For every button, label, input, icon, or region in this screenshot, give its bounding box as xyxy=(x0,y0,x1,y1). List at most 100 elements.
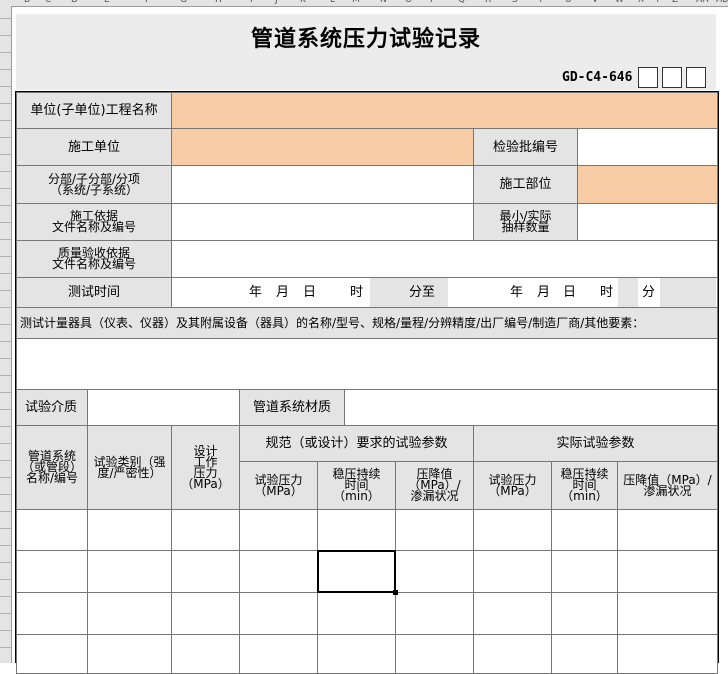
label-pipe-name-line3: 名称/编号 xyxy=(25,471,79,485)
column-letter[interactable]: AB xyxy=(716,0,728,5)
label-batch-no: 检验批编号 xyxy=(473,128,578,166)
label-project-name: 单位(子单位)工程名称 xyxy=(16,92,172,129)
table-cell[interactable] xyxy=(473,634,552,674)
medium-field[interactable] xyxy=(87,389,240,426)
table-cell[interactable] xyxy=(551,509,618,551)
table-cell[interactable] xyxy=(171,592,240,635)
basis-field[interactable] xyxy=(171,203,474,241)
table-cell[interactable] xyxy=(551,550,618,593)
row-divider xyxy=(0,52,11,53)
column-letter[interactable]: I xyxy=(250,0,253,5)
column-letter[interactable]: Y xyxy=(655,0,661,5)
label-quality-basis: 质量验收依据 文件名称及编号 xyxy=(16,240,172,278)
row-divider xyxy=(0,596,11,597)
row-divider xyxy=(0,171,11,172)
table-cell[interactable] xyxy=(617,592,718,635)
batch-no-field[interactable] xyxy=(577,128,718,166)
column-letter[interactable]: U xyxy=(565,0,572,5)
table-cell[interactable] xyxy=(317,634,396,674)
table-cell[interactable] xyxy=(473,509,552,551)
table-cell[interactable] xyxy=(239,592,318,635)
column-letter[interactable]: H xyxy=(215,0,222,5)
table-cell[interactable] xyxy=(395,509,474,551)
table-cell[interactable] xyxy=(473,550,552,593)
column-letter[interactable]: L xyxy=(330,0,335,5)
table-cell[interactable] xyxy=(16,509,88,551)
row-divider xyxy=(0,630,11,631)
label-test-type-line2: 度/严密性） xyxy=(97,465,162,480)
table-cell[interactable] xyxy=(617,550,718,593)
table-cell[interactable] xyxy=(171,634,240,674)
selected-cell[interactable] xyxy=(317,550,396,593)
table-cell[interactable] xyxy=(395,592,474,635)
column-letter[interactable]: AA xyxy=(696,0,709,5)
column-letter[interactable]: D xyxy=(71,0,78,5)
column-letter[interactable]: K xyxy=(300,0,306,5)
fill-handle[interactable] xyxy=(393,590,398,595)
label-construction-site: 施工部位 xyxy=(473,165,578,204)
column-letter[interactable]: J xyxy=(275,0,278,5)
quality-basis-field[interactable] xyxy=(171,240,718,278)
column-letter[interactable]: M xyxy=(352,0,360,5)
column-letter[interactable]: F xyxy=(145,0,150,5)
table-cell[interactable] xyxy=(617,509,718,551)
code-box-2[interactable] xyxy=(662,67,682,88)
column-letter[interactable]: P xyxy=(430,0,435,5)
label-instruments-text: 测试计量器具（仪表、仪器）及其附属设备（器具）的名称/型号、规格/量程/分辨精度… xyxy=(20,315,645,330)
column-letter[interactable]: T xyxy=(538,0,544,5)
table-cell[interactable] xyxy=(16,592,88,635)
time-month-1: 月 xyxy=(276,285,290,300)
table-cell[interactable] xyxy=(551,592,618,635)
table-cell[interactable] xyxy=(87,509,172,551)
table-cell[interactable] xyxy=(551,634,618,674)
code-box-1[interactable] xyxy=(638,67,658,88)
table-cell[interactable] xyxy=(395,550,474,593)
row-divider xyxy=(0,205,11,206)
table-cell[interactable] xyxy=(87,634,172,674)
column-letter[interactable]: Z xyxy=(672,0,678,5)
table-cell[interactable] xyxy=(239,509,318,551)
table-cell[interactable] xyxy=(171,509,240,551)
sample-qty-field[interactable] xyxy=(577,203,718,241)
table-cell[interactable] xyxy=(617,634,718,674)
column-letter[interactable]: N xyxy=(380,0,387,5)
construction-site-field[interactable] xyxy=(577,165,718,204)
table-cell[interactable] xyxy=(16,550,88,593)
project-name-field[interactable] xyxy=(171,92,718,129)
row-divider xyxy=(0,477,11,478)
table-cell[interactable] xyxy=(317,592,396,635)
table-cell[interactable] xyxy=(239,550,318,593)
column-letter[interactable]: Q xyxy=(458,0,465,5)
column-letter[interactable]: X xyxy=(638,0,644,5)
table-cell[interactable] xyxy=(317,509,396,551)
label-spec-drop: 压降值 （MPa）/ 渗漏状况 xyxy=(395,461,474,510)
code-box-3[interactable] xyxy=(686,67,706,88)
material-field[interactable] xyxy=(344,389,718,426)
column-letter[interactable]: W xyxy=(615,0,624,5)
column-letter[interactable]: G xyxy=(180,0,187,5)
time-year-1: 年 xyxy=(249,285,263,300)
column-letter[interactable]: R xyxy=(485,0,491,5)
column-letter[interactable]: O xyxy=(405,0,412,5)
form-code: GD-C4-646 xyxy=(562,70,633,85)
row-divider xyxy=(0,494,11,495)
table-cell[interactable] xyxy=(87,592,172,635)
row-divider xyxy=(0,545,11,546)
label-actual-pressure-line2: （MPa） xyxy=(488,483,537,498)
column-letter[interactable]: V xyxy=(592,0,598,5)
table-cell[interactable] xyxy=(473,592,552,635)
table-cell[interactable] xyxy=(171,550,240,593)
label-actual-params: 实际试验参数 xyxy=(473,425,718,462)
table-cell[interactable] xyxy=(395,634,474,674)
label-spec-hold-time-line3: （min） xyxy=(333,489,380,503)
column-letter[interactable]: E xyxy=(104,0,110,5)
table-cell[interactable] xyxy=(87,550,172,593)
instruments-field[interactable] xyxy=(16,338,718,390)
table-cell[interactable] xyxy=(16,634,88,674)
column-letter[interactable]: S xyxy=(512,0,518,5)
subdivision-field[interactable] xyxy=(171,165,474,204)
table-cell[interactable] xyxy=(239,634,318,674)
construction-unit-field[interactable] xyxy=(171,128,474,166)
column-letter[interactable]: C xyxy=(45,0,51,5)
column-letter[interactable]: B xyxy=(24,0,30,5)
